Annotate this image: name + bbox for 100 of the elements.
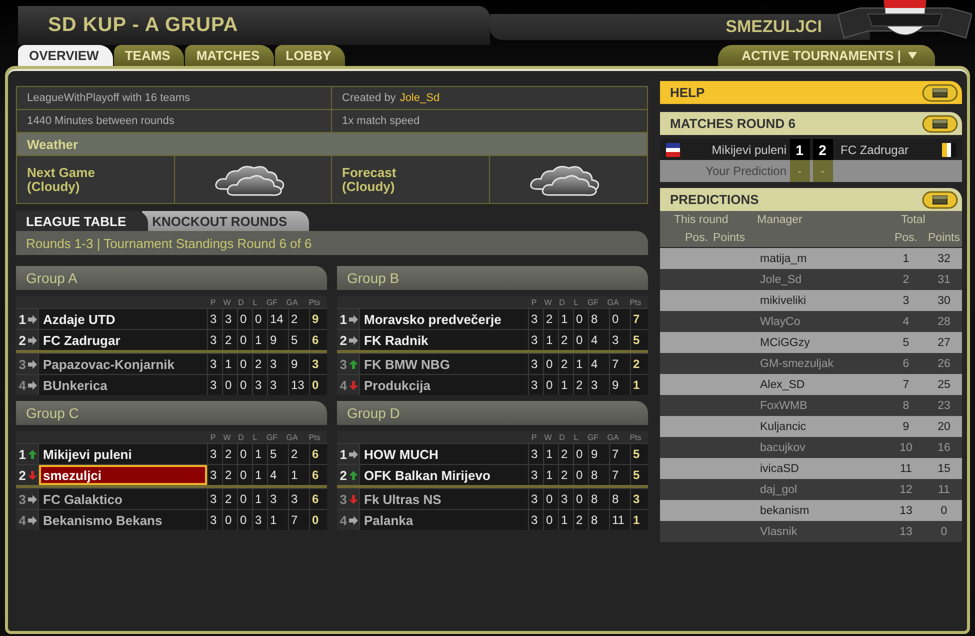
column-header: L — [252, 298, 258, 306]
column-header: P — [210, 298, 216, 306]
stat-cell: 2 — [223, 489, 237, 509]
total-points: 32 — [938, 252, 950, 264]
column-header: D — [559, 432, 565, 442]
manager-name: FoxWMB — [759, 400, 808, 412]
stat-cell: 8 — [589, 510, 609, 530]
column-header: W — [223, 298, 231, 306]
page-title: SD KUP - A GRUPA — [48, 14, 238, 37]
column-header: Pts — [308, 432, 320, 442]
prediction-field[interactable]: - — [812, 160, 832, 182]
position-number: 2 — [18, 468, 26, 482]
manager-name: matija_m — [759, 252, 808, 264]
stat-cell: 0 — [238, 510, 252, 530]
column-header: Total — [900, 214, 926, 226]
league-tab[interactable]: KNOCKOUT ROUNDS — [142, 211, 310, 231]
stat-cell: 0 — [544, 354, 558, 374]
total-points: 27 — [938, 336, 950, 348]
prediction-field[interactable]: - — [790, 160, 810, 182]
stat-cell: 1 — [559, 510, 573, 530]
tournaments-menu-button[interactable]: ACTIVE TOURNAMENTS | — [718, 45, 935, 66]
team-cell: FC Zadrugar — [39, 330, 207, 350]
team-cell: FK Radnik — [360, 330, 528, 350]
manager-name: daj_gol — [759, 484, 798, 496]
stat-cell: 3 — [208, 309, 222, 329]
score-box: 2 — [812, 139, 832, 160]
column-header: GF — [266, 298, 278, 306]
points-cell: 5 — [631, 465, 648, 485]
position-number: 1 — [18, 312, 26, 326]
stat-cell: 8 — [589, 489, 609, 509]
stat-cell: 2 — [223, 330, 237, 350]
stat-cell: 0 — [238, 489, 252, 509]
flag-icon — [942, 142, 956, 156]
group-header: Group B — [337, 266, 648, 290]
column-header: GF — [587, 432, 599, 442]
team-cell: smezuljci — [39, 465, 207, 485]
column-header: GA — [286, 432, 298, 442]
stat-cell: 0 — [238, 309, 252, 329]
stat-cell: 2 — [223, 444, 237, 464]
stat-cell: 3 — [529, 375, 543, 395]
total-points: 16 — [938, 442, 950, 454]
position-number: 4 — [18, 512, 26, 528]
column-header: Pts — [308, 298, 320, 306]
nav-tab[interactable]: TEAMS — [114, 45, 184, 66]
position-number: 1 — [340, 312, 347, 326]
weather-header: Weather — [17, 133, 647, 156]
weather-label: Next Game — [27, 166, 95, 180]
team-cell: FC Galaktico — [39, 489, 207, 509]
total-position: 12 — [900, 484, 912, 496]
collapse-toggle-icon[interactable] — [922, 84, 958, 102]
position-number: 2 — [340, 468, 347, 482]
manager-name: MCiGGzy — [759, 336, 811, 348]
stat-cell: 1 — [223, 354, 237, 374]
points-cell: 6 — [310, 444, 327, 464]
stat-cell: 3 — [529, 465, 543, 485]
points-cell: 3 — [631, 489, 648, 509]
collapse-toggle-icon[interactable] — [922, 190, 958, 208]
points-cell: 1 — [631, 375, 648, 395]
stat-cell: 3 — [289, 489, 309, 509]
column-header: L — [574, 432, 578, 442]
league-tab[interactable]: LEAGUE TABLE — [16, 211, 148, 231]
column-header: GF — [587, 298, 599, 306]
group-header: Group A — [16, 266, 327, 290]
position-number: 4 — [18, 378, 26, 392]
team-cell: Moravsko predvečerje — [360, 309, 528, 329]
total-points: 20 — [938, 420, 950, 432]
stat-cell: 2 — [253, 354, 267, 374]
column-header: Points — [928, 232, 960, 244]
speed-text: 1x match speed — [342, 115, 420, 127]
nav-tab[interactable]: OVERVIEW — [18, 45, 113, 66]
column-header: GA — [607, 432, 619, 442]
points-cell: 1 — [631, 510, 648, 530]
points-cell: 2 — [631, 354, 648, 374]
stat-cell: 7 — [289, 510, 309, 530]
stat-cell: 3 — [268, 375, 288, 395]
stat-cell: 2 — [559, 354, 573, 374]
total-position: 9 — [902, 420, 910, 432]
nav-tab[interactable]: LOBBY — [274, 45, 346, 66]
stat-cell: 3 — [208, 354, 222, 374]
stat-cell: 9 — [268, 330, 288, 350]
manager-name: GM-smezuljak — [759, 358, 834, 370]
manager-name: Kuljancic — [759, 420, 808, 432]
stat-cell: 2 — [544, 309, 558, 329]
standings-caption: Rounds 1-3 | Tournament Standings Round 6 of 6 — [16, 231, 648, 255]
position-number: 4 — [340, 378, 347, 392]
panel-title: MATCHES ROUND 6 — [670, 116, 796, 131]
column-header: W — [544, 298, 552, 306]
creator-link[interactable]: Jole_Sd — [400, 92, 440, 104]
total-points: 26 — [938, 358, 950, 370]
score-box: 1 — [790, 139, 810, 160]
column-header: W — [223, 432, 231, 442]
position-number: 1 — [340, 446, 347, 462]
total-points: 25 — [938, 378, 950, 390]
stat-cell: 3 — [253, 375, 267, 395]
user-name: SMEZULJCI — [726, 17, 822, 37]
collapse-toggle-icon[interactable] — [922, 114, 958, 132]
nav-tab[interactable]: MATCHES — [185, 45, 274, 66]
total-position: 4 — [902, 316, 910, 328]
stat-cell: 11 — [610, 510, 630, 530]
column-header: Pos. — [894, 232, 918, 244]
